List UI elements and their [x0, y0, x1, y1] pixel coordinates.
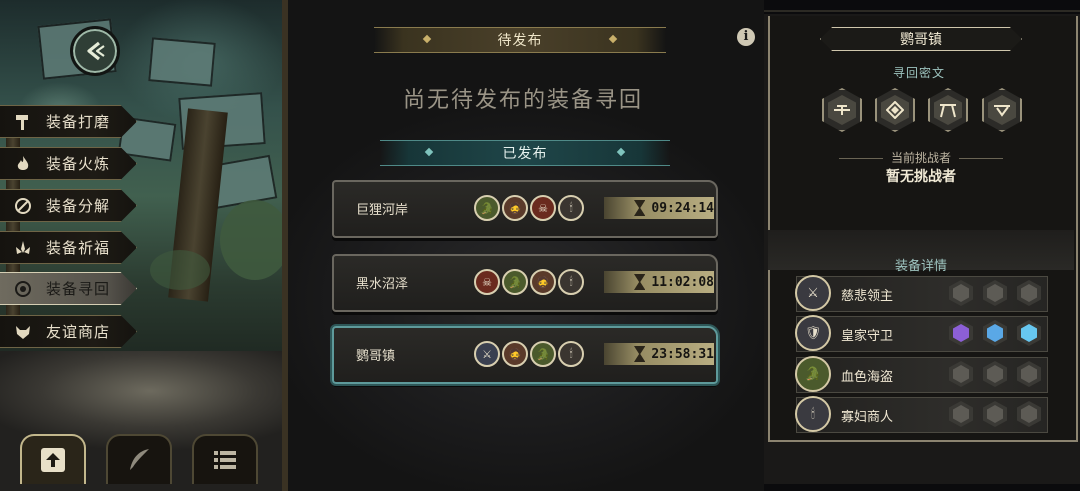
weapon-slot[interactable] [949, 401, 973, 427]
menu-item-forge[interactable]: 装备火炼 [0, 147, 137, 180]
merchant-portrait: 🕯 [795, 396, 831, 432]
pending-title: 待发布 [497, 33, 543, 49]
quest-timer: 23:58:31 [604, 343, 714, 365]
armor-slot[interactable] [983, 320, 1007, 346]
runes-title: 寻回密文 [893, 66, 946, 80]
quill-icon [130, 449, 149, 470]
quest-panel: 待发布 i 尚无待发布的装备寻回 已发布 巨狸河岸 🐊 🧔 ☠ 🕯 09:24:… [282, 0, 764, 491]
hero-name: 寡妇商人 [841, 410, 894, 425]
challenger-value: 暂无挑战者 [886, 169, 956, 185]
rune-diamond-icon [881, 95, 909, 125]
ring-slot[interactable] [1017, 401, 1041, 427]
published-title: 已发布 [502, 146, 548, 162]
dwarf-portrait: 🧔 [502, 195, 528, 221]
timer-value: 23:58:31 [651, 346, 714, 362]
hero-name: 慈悲领主 [841, 289, 894, 304]
quill-button[interactable] [106, 434, 172, 484]
menu-item-retrieve[interactable]: 装备寻回 [0, 272, 137, 305]
hero-name: 皇家守卫 [841, 329, 894, 344]
pending-banner: 待发布 [374, 27, 666, 53]
lord-portrait: ⚔ [795, 275, 831, 311]
hourglass-icon [634, 346, 646, 362]
menu-item-label: 装备打磨 [46, 113, 111, 131]
armor-slot[interactable] [983, 280, 1007, 306]
hourglass-icon [634, 274, 646, 290]
challenger-title: 当前挑战者 [768, 149, 1074, 166]
upload-button[interactable] [20, 434, 86, 484]
menu-item-label: 友谊商店 [46, 323, 111, 341]
equipment-row[interactable]: ⚔ 慈悲领主 [795, 275, 1048, 312]
location-name: 鹦哥镇 [900, 32, 942, 48]
fox-icon [10, 321, 36, 343]
timer-value: 11:02:08 [651, 274, 714, 290]
crocodile-portrait: 🐊 [502, 269, 528, 295]
upload-icon [41, 448, 65, 472]
rune-check-icon [988, 95, 1016, 125]
armor-slot[interactable] [983, 361, 1007, 387]
target-icon [10, 278, 36, 300]
pending-empty-message: 尚无待发布的装备寻回 [402, 88, 643, 113]
quest-row-selected[interactable]: 鹦哥镇 ⚔ 🧔 🐊 🕯 23:58:31 [332, 326, 718, 384]
no-entry-icon [10, 195, 36, 217]
hero-portraits: ⚔ 🧔 🐊 🕯 [474, 341, 584, 367]
published-banner: 已发布 [380, 140, 670, 166]
list-button[interactable] [192, 434, 258, 484]
dwarf-portrait: 🧔 [530, 269, 556, 295]
back-button[interactable] [70, 26, 120, 76]
ring-slot[interactable] [1017, 280, 1041, 306]
ring-slot[interactable] [1017, 361, 1041, 387]
pirate-portrait: ☠ [530, 195, 556, 221]
hero-portraits: ☠ 🐊 🧔 🕯 [474, 269, 584, 295]
menu-item-label: 装备寻回 [46, 280, 111, 298]
hero-name: 血色海盗 [841, 370, 894, 385]
dwarf-portrait: 🧔 [502, 341, 528, 367]
crocodile-portrait: 🐊 [474, 195, 500, 221]
weapon-slot[interactable] [949, 361, 973, 387]
quest-timer: 09:24:14 [604, 197, 714, 219]
merchant-portrait: 🕯 [558, 195, 584, 221]
weapon-slot[interactable] [949, 280, 973, 306]
menu-item-bless[interactable]: 装备祈福 [0, 231, 137, 264]
equipment-title: 装备详情 [894, 259, 947, 274]
quest-name: 巨狸河岸 [356, 203, 409, 218]
quest-row[interactable]: 黑水沼泽 ☠ 🐊 🧔 🕯 11:02:08 [332, 254, 718, 312]
pirate-portrait: ☠ [474, 269, 500, 295]
knight-portrait: ⚔ [474, 341, 500, 367]
location-banner: 鹦哥镇 [820, 27, 1022, 51]
flame-icon [10, 153, 36, 175]
rune-arch-icon [934, 95, 962, 125]
menu-item-shop[interactable]: 友谊商店 [0, 315, 137, 348]
pirate-portrait: 🐊 [795, 356, 831, 392]
menu-item-label: 装备火炼 [46, 155, 111, 173]
list-icon [214, 451, 236, 469]
lotus-icon [10, 237, 36, 259]
ring-slot[interactable] [1017, 320, 1041, 346]
menu-item-polish[interactable]: 装备打磨 [0, 105, 137, 138]
quest-name: 黑水沼泽 [356, 277, 409, 292]
rune-scale-icon [828, 95, 856, 125]
hourglass-icon [634, 200, 646, 216]
crocodile-portrait: 🐊 [530, 341, 556, 367]
armor-slot[interactable] [983, 401, 1007, 427]
merchant-portrait: 🕯 [558, 341, 584, 367]
equipment-row[interactable]: 🐊 血色海盗 [795, 356, 1048, 393]
weapon-slot[interactable] [949, 320, 973, 346]
info-icon[interactable]: i [737, 28, 755, 46]
menu-item-label: 装备分解 [46, 197, 111, 215]
merchant-portrait: 🕯 [558, 269, 584, 295]
timer-value: 09:24:14 [651, 200, 714, 216]
guard-portrait: 🛡 [795, 315, 831, 351]
quest-row[interactable]: 巨狸河岸 🐊 🧔 ☠ 🕯 09:24:14 [332, 180, 718, 238]
quest-name: 鹦哥镇 [356, 349, 396, 364]
hammer-icon [10, 111, 36, 133]
menu-item-dismantle[interactable]: 装备分解 [0, 189, 137, 222]
hero-portraits: 🐊 🧔 ☠ 🕯 [474, 195, 584, 221]
menu-item-label: 装备祈福 [46, 239, 111, 257]
equipment-row[interactable]: 🛡 皇家守卫 [795, 315, 1048, 352]
back-arrow-icon [87, 41, 105, 61]
equipment-row[interactable]: 🕯 寡妇商人 [795, 396, 1048, 433]
quest-timer: 11:02:08 [604, 271, 714, 293]
